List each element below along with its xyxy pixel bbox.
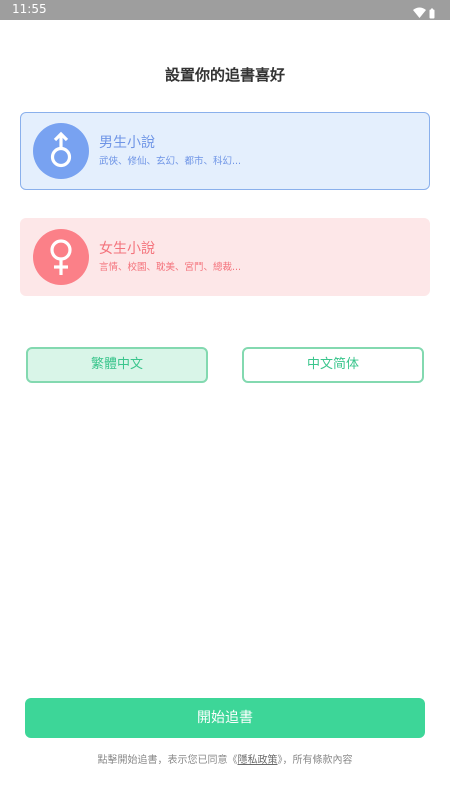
status-bar: 11:55 bbox=[0, 0, 450, 20]
language-simplified-button[interactable]: 中文简体 bbox=[242, 347, 424, 383]
wifi-icon bbox=[413, 7, 426, 18]
genre-card-male[interactable]: 男生小說 武俠、修仙、玄幻、都市、科幻... bbox=[20, 112, 430, 190]
page-title: 設置你的追書喜好 bbox=[164, 66, 285, 84]
genre-title: 男生小說 bbox=[99, 135, 155, 151]
genre-subtitle: 武俠、修仙、玄幻、都市、科幻... bbox=[99, 156, 242, 167]
genre-card-female[interactable]: 女生小說 言情、校園、耽美、宮鬥、總裁... bbox=[20, 218, 430, 296]
privacy-policy-link[interactable]: 隱私政策 bbox=[238, 755, 278, 766]
agreement-prefix: 點擊開始追書，表示您已同意《 bbox=[97, 755, 238, 766]
genre-title: 女生小說 bbox=[99, 241, 155, 257]
battery-icon bbox=[429, 8, 435, 19]
agreement-text: 點擊開始追書，表示您已同意《隱私政策》，所有條款內容 bbox=[0, 751, 450, 766]
status-icons bbox=[412, 4, 438, 19]
male-symbol-icon bbox=[33, 123, 89, 179]
genre-subtitle: 言情、校園、耽美、宮鬥、總裁... bbox=[99, 262, 242, 273]
female-symbol-icon bbox=[33, 229, 89, 285]
start-reading-button[interactable]: 開始追書 bbox=[25, 698, 425, 738]
status-time: 11:55 bbox=[12, 2, 47, 16]
language-traditional-button[interactable]: 繁體中文 bbox=[26, 347, 208, 383]
agreement-suffix: 》，所有條款內容 bbox=[277, 755, 353, 766]
